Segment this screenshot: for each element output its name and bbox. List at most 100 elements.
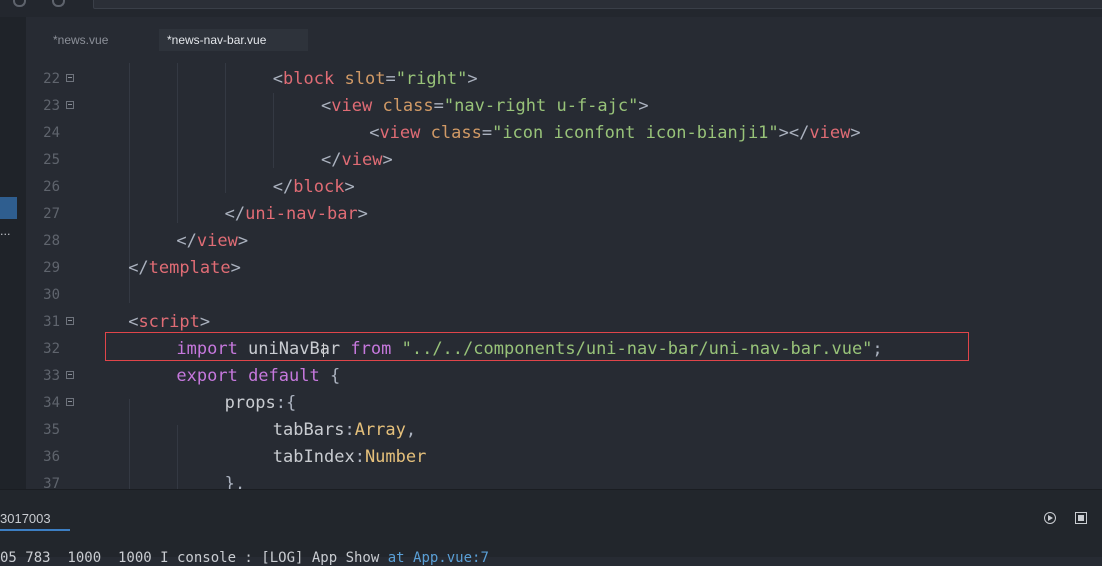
code-line[interactable]: 36 tabIndex:Number xyxy=(26,444,1102,471)
code-token: , xyxy=(405,420,417,440)
process-tab-label[interactable]: 3017003 xyxy=(0,511,51,526)
code-line[interactable]: 33 export default { xyxy=(26,363,1102,390)
tab-news-nav-bar-vue[interactable]: *news-nav-bar.vue xyxy=(159,29,308,51)
code-text: tabBars:Array, xyxy=(273,417,416,444)
line-number: 29 xyxy=(43,260,60,276)
code-token: view xyxy=(379,123,421,143)
code-text: props:{ xyxy=(225,390,297,417)
code-text: export default { xyxy=(176,363,340,390)
code-token: < xyxy=(272,69,284,89)
line-number: 26 xyxy=(43,179,60,195)
code-token: ; xyxy=(872,339,883,359)
code-text: </block> xyxy=(273,174,355,201)
line-number: 37 xyxy=(43,476,60,489)
code-token: > xyxy=(382,150,393,170)
forward-icon[interactable] xyxy=(52,0,65,7)
code-text: <block slot="right"> xyxy=(273,66,478,93)
code-token: </ xyxy=(224,204,246,224)
code-line[interactable]: 22 <block slot="right"> xyxy=(26,66,1102,93)
code-text: </uni-nav-bar> xyxy=(225,201,368,228)
fold-toggle-icon[interactable] xyxy=(66,74,74,82)
line-number: 24 xyxy=(43,125,60,141)
address-bar[interactable] xyxy=(93,0,1102,9)
code-token: = xyxy=(481,123,493,143)
code-token: "nav-right u-f-ajc" xyxy=(443,96,639,116)
code-token: tabIndex xyxy=(272,447,355,467)
code-token: </ xyxy=(176,231,197,251)
code-text: </view> xyxy=(176,228,248,255)
code-token: script xyxy=(138,312,200,332)
code-token: view xyxy=(809,123,851,143)
tab-news-vue[interactable]: *news.vue xyxy=(45,29,116,51)
code-token: </ xyxy=(128,258,149,278)
fold-toggle-icon[interactable] xyxy=(66,371,74,379)
line-number: 27 xyxy=(43,206,60,222)
code-text: <script> xyxy=(128,309,210,336)
back-icon[interactable] xyxy=(13,0,26,7)
code-line[interactable]: 23 <view class="nav-right u-f-ajc"> xyxy=(26,93,1102,120)
code-token: > xyxy=(638,96,649,116)
code-line[interactable]: 27 </uni-nav-bar> xyxy=(26,201,1102,228)
code-token: props xyxy=(224,393,276,413)
code-token: Array xyxy=(354,420,406,440)
code-line[interactable]: 24 <view class="icon iconfont icon-bianji… xyxy=(26,120,1102,147)
code-token: = xyxy=(385,69,396,89)
code-token: > xyxy=(230,258,241,278)
code-token: < xyxy=(369,123,380,143)
code-line[interactable]: 35 tabBars:Array, xyxy=(26,417,1102,444)
code-token: "../../components/uni-nav-bar/uni-nav-ba… xyxy=(401,339,873,359)
code-text: tabIndex:Number xyxy=(273,444,427,471)
code-token: > xyxy=(467,69,478,89)
code-token: </ xyxy=(272,177,294,197)
console-panel: 3017003 05 783 1000 1000 I console : [LO… xyxy=(0,489,1102,566)
fold-toggle-icon[interactable] xyxy=(66,101,74,109)
code-token: > xyxy=(357,204,368,224)
code-text: }, xyxy=(225,471,245,489)
code-token: > xyxy=(237,231,249,251)
code-line[interactable]: 28 </view> xyxy=(26,228,1102,255)
code-editor[interactable]: 22 <block slot="right"> 23 <view class="nav… xyxy=(26,63,1102,489)
line-number: 33 xyxy=(43,368,60,384)
stop-icon[interactable] xyxy=(1075,512,1087,524)
fold-toggle-icon[interactable] xyxy=(66,317,74,325)
code-token: < xyxy=(128,312,139,332)
line-number: 30 xyxy=(43,287,60,303)
code-line[interactable]: 30 xyxy=(26,282,1102,309)
code-token: uni-nav-bar xyxy=(245,204,358,224)
line-number: 35 xyxy=(43,422,60,438)
project-panel-edge: ... xyxy=(0,17,26,489)
console-output-line: 05 783 1000 1000 I console : [LOG] App S… xyxy=(0,550,489,566)
code-line[interactable]: 26 </block> xyxy=(26,174,1102,201)
code-token: < xyxy=(321,96,332,116)
active-tab-underline xyxy=(0,529,70,531)
line-number: 28 xyxy=(43,233,60,249)
code-line[interactable]: 31 <script> xyxy=(26,309,1102,336)
code-token: class xyxy=(430,123,482,143)
run-icon[interactable] xyxy=(1044,512,1056,524)
code-line[interactable]: 29 </template> xyxy=(26,255,1102,282)
code-line[interactable]: 37}, xyxy=(26,471,1102,489)
code-token: "icon iconfont icon-bianji1" xyxy=(492,123,779,143)
code-token: > xyxy=(344,177,355,197)
code-token: "right" xyxy=(395,69,468,89)
code-token: block xyxy=(283,69,335,89)
console-text: 05 783 1000 1000 I console : [LOG] App S… xyxy=(0,550,388,566)
code-token: }, xyxy=(224,474,246,489)
truncated-item-label[interactable]: ... xyxy=(0,225,11,238)
code-token: from xyxy=(350,339,392,359)
selected-project-item[interactable] xyxy=(0,197,17,219)
fold-toggle-icon[interactable] xyxy=(66,398,74,406)
line-number: 36 xyxy=(43,449,60,465)
code-token: : xyxy=(344,420,355,440)
line-number: 25 xyxy=(43,152,60,168)
code-line[interactable]: 34 props:{ xyxy=(26,390,1102,417)
code-line[interactable]: 25 </view> xyxy=(26,147,1102,174)
editor-tab-bar: *news.vue *news-nav-bar.vue xyxy=(26,17,1102,63)
line-number: 32 xyxy=(43,341,60,357)
window-top-bar xyxy=(0,0,1102,18)
console-source-link[interactable]: at App.vue:7 xyxy=(388,550,489,566)
code-line[interactable]: 32 import uniNavBar from "../../component… xyxy=(26,336,1102,363)
